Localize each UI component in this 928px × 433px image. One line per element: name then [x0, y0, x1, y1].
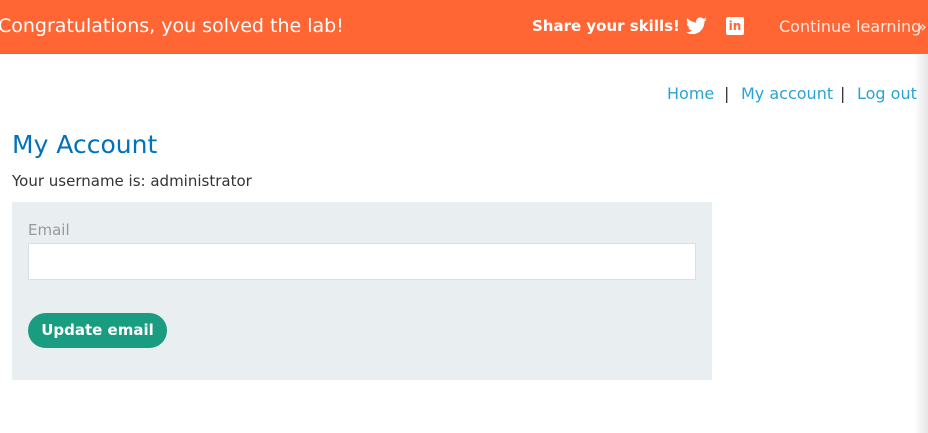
- continue-learning-link[interactable]: Continue learning: [779, 16, 921, 38]
- linkedin-glyph: in: [728, 19, 742, 33]
- share-skills-label: Share your skills!: [532, 17, 680, 35]
- email-input[interactable]: [28, 243, 696, 280]
- page-title: My Account: [12, 130, 158, 159]
- linkedin-icon[interactable]: in: [726, 17, 744, 35]
- nav-log-out-link[interactable]: Log out: [857, 84, 917, 104]
- page-edge-shadow: [914, 54, 928, 433]
- banner-message: Congratulations, you solved the lab!: [0, 15, 344, 37]
- update-email-button[interactable]: Update email: [28, 313, 167, 348]
- lab-solved-banner: Congratulations, you solved the lab! Sha…: [0, 0, 928, 54]
- email-label: Email: [28, 221, 70, 239]
- twitter-icon[interactable]: [686, 17, 707, 35]
- nav-my-account-link[interactable]: My account: [741, 84, 833, 104]
- double-chevron-right-icon[interactable]: »: [917, 16, 927, 38]
- nav-separator: |: [840, 84, 846, 103]
- update-email-form: Email Update email: [12, 202, 712, 380]
- nav-home-link[interactable]: Home: [667, 84, 714, 104]
- username-text: Your username is: administrator: [12, 172, 252, 190]
- nav-separator: |: [724, 84, 730, 103]
